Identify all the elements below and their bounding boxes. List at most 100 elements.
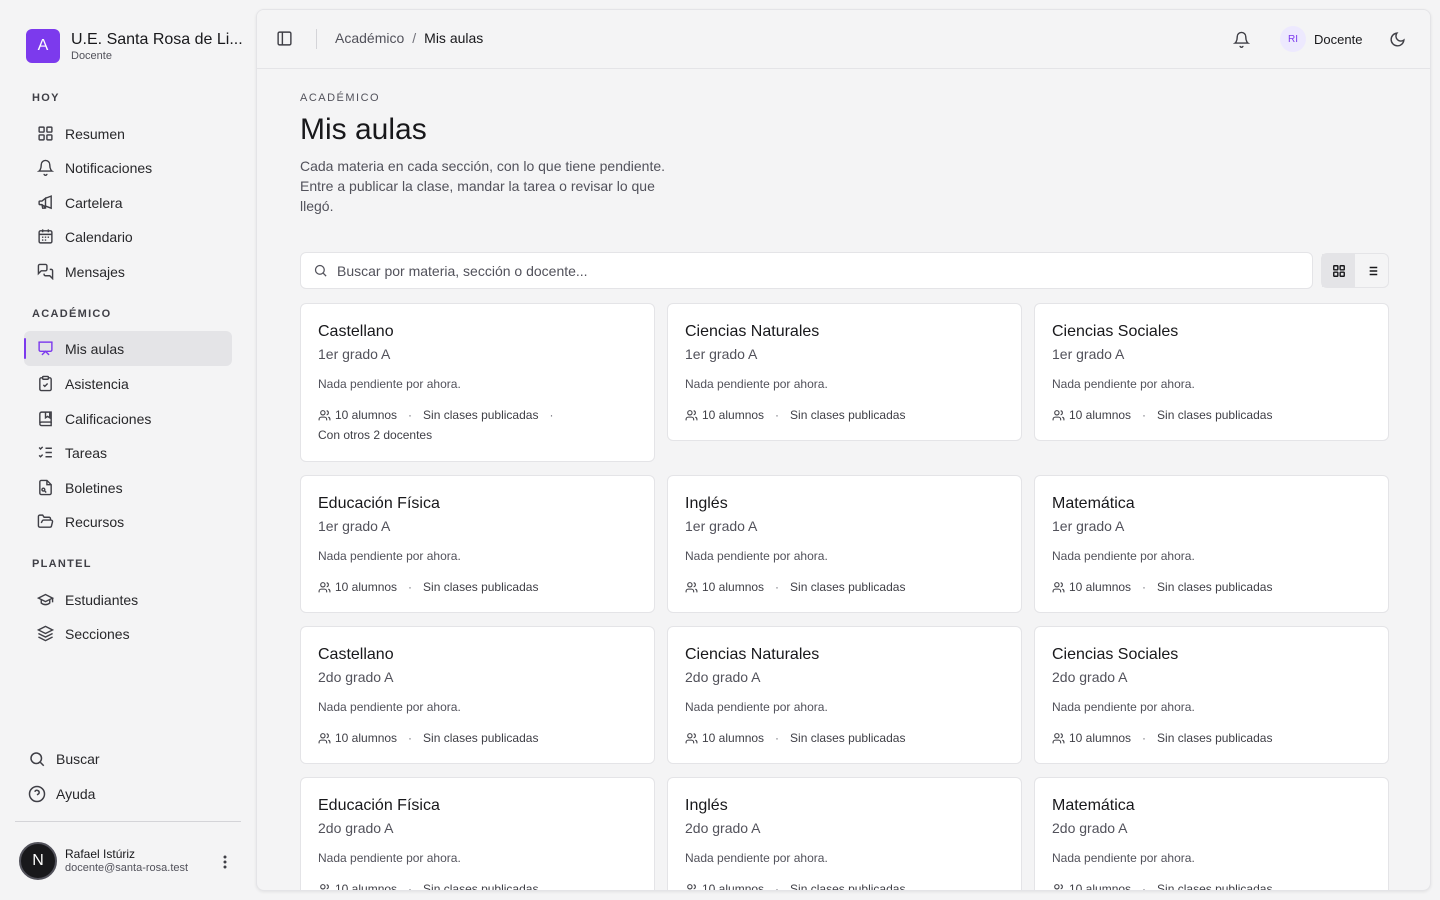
card-subject: Inglés <box>685 495 728 512</box>
card-meta: 10 alumnos · Sin clases publicadas <box>1052 405 1371 425</box>
classroom-card[interactable]: Castellano 1er grado A Nada pendiente por … <box>300 303 655 462</box>
breadcrumb-academico[interactable]: Académico <box>335 30 404 46</box>
classroom-card[interactable]: Ciencias Sociales 1er grado A Nada pendien… <box>1034 303 1389 441</box>
grid-icon <box>38 126 53 141</box>
moon-icon[interactable] <box>1389 31 1406 48</box>
list-icon <box>1366 266 1377 275</box>
sidebar-item-boletines[interactable]: Boletines <box>24 470 232 505</box>
sidebar-item-estudiantes[interactable]: Estudiantes <box>24 582 232 617</box>
card-classes: Sin clases publicadas <box>790 731 906 745</box>
card-subject: Matemática <box>1052 495 1135 512</box>
card-students: 10 alumnos <box>702 882 765 891</box>
meta-separator: · <box>775 882 780 891</box>
card-grade: 1er grado A <box>1052 518 1125 534</box>
help-icon <box>28 785 46 803</box>
card-classes: Sin clases publicadas <box>423 882 539 891</box>
card-subject: Ciencias Naturales <box>685 323 820 340</box>
users-icon <box>318 581 331 592</box>
card-grade: 1er grado A <box>318 346 391 362</box>
card-subject: Educación Física <box>318 495 440 512</box>
card-subject: Inglés <box>685 797 728 814</box>
messages-icon <box>37 263 54 280</box>
card-students: 10 alumnos <box>1069 408 1132 422</box>
sidebar-item-resumen[interactable]: Resumen <box>24 116 232 151</box>
card-classes: Sin clases publicadas <box>1157 731 1273 745</box>
user-name: Rafael Istúriz <box>65 847 136 861</box>
classroom-card[interactable]: Castellano 2do grado A Nada pendiente por … <box>300 626 655 764</box>
school-name: U.E. Santa Rosa de Li... <box>71 30 243 48</box>
sidebar-item-label: Mis aulas <box>65 340 125 357</box>
users-icon <box>1054 883 1063 889</box>
users-icon <box>318 732 331 743</box>
bell-icon <box>37 159 54 176</box>
card-students: 10 alumnos <box>335 731 398 745</box>
card-meta: 10 alumnos · Sin clases publicadas · Con otr… <box>318 405 637 445</box>
sidebar-item-label: Estudiantes <box>65 591 139 608</box>
classroom-card[interactable]: Educación Física 1er grado A Nada pendient… <box>300 475 655 613</box>
card-subject: Educación Física <box>318 797 440 814</box>
presentation-icon <box>38 341 53 356</box>
brand[interactable]: A U.E. Santa Rosa de Li... Docente <box>26 29 243 63</box>
sidebar-item-label: Mensajes <box>65 263 125 280</box>
card-students: 10 alumnos <box>335 408 398 422</box>
list-view-button[interactable] <box>1355 254 1388 287</box>
sidebar-item-label: Resumen <box>65 125 125 142</box>
card-grade: 1er grado A <box>685 518 758 534</box>
card-subject: Ciencias Naturales <box>685 646 820 663</box>
classroom-card[interactable]: Educación Física 2do grado A Nada pendient… <box>300 777 655 891</box>
classroom-card[interactable]: Ciencias Naturales 2do grado A Nada pendie… <box>667 626 1022 764</box>
sidebar-item-asistencia[interactable]: Asistencia <box>24 366 232 401</box>
breadcrumb: Académico / Mis aulas <box>335 30 483 46</box>
sidebar-item-secciones[interactable]: Secciones <box>24 616 232 651</box>
graduation-cap-icon <box>37 593 54 606</box>
classroom-card[interactable]: Inglés 1er grado A Nada pendiente por ahor… <box>667 475 1022 613</box>
sidebar-item-calificaciones[interactable]: Calificaciones <box>24 401 232 436</box>
sidebar-item-label: Boletines <box>65 479 123 496</box>
search-label: Buscar <box>56 751 100 767</box>
classroom-card[interactable]: Matemática 1er grado A Nada pendiente por … <box>1034 475 1389 613</box>
sidebar-item-notificaciones[interactable]: Notificaciones <box>24 150 232 185</box>
file-report-icon <box>39 479 52 496</box>
user-profile[interactable]: N Rafael Istúriz docente@santa-rosa.test <box>19 842 239 880</box>
topbar-divider <box>316 29 317 49</box>
sidebar-item-mensajes[interactable]: Mensajes <box>24 254 232 289</box>
meta-separator: · <box>549 408 554 422</box>
sidebar-item-label: Cartelera <box>65 194 123 211</box>
sidebar-item-recursos[interactable]: Recursos <box>24 504 232 539</box>
search-icon <box>30 752 45 767</box>
card-status: Nada pendiente por ahora. <box>318 700 461 714</box>
sidebar-item-mis-aulas[interactable]: Mis aulas <box>24 331 232 366</box>
sidebar-item-cartelera[interactable]: Cartelera <box>24 185 232 220</box>
card-grade: 1er grado A <box>685 346 758 362</box>
sidebar-help-button[interactable]: Ayuda <box>28 785 95 803</box>
card-meta: 10 alumnos · Sin clases publicadas <box>1052 879 1371 891</box>
sidebar-toggle-icon[interactable] <box>276 30 293 47</box>
bell-icon[interactable] <box>1233 31 1250 48</box>
card-students: 10 alumnos <box>702 408 765 422</box>
meta-separator: · <box>775 408 780 422</box>
school-logo: A <box>26 29 60 63</box>
classroom-card[interactable]: Matemática 2do grado A Nada pendiente por … <box>1034 777 1389 891</box>
users-icon <box>320 883 329 889</box>
sidebar-search-button[interactable]: Buscar <box>28 750 100 768</box>
sidebar-item-tareas[interactable]: Tareas <box>24 435 232 470</box>
folder-open-icon <box>37 514 54 528</box>
card-grade: 1er grado A <box>318 518 391 534</box>
card-grade: 2do grado A <box>685 820 761 836</box>
card-classes: Sin clases publicadas <box>1157 882 1273 891</box>
card-classes: Sin clases publicadas <box>1157 408 1273 422</box>
card-students: 10 alumnos <box>702 731 765 745</box>
more-vertical-icon[interactable] <box>221 854 229 870</box>
classroom-card[interactable]: Ciencias Naturales 1er grado A Nada pendie… <box>667 303 1022 441</box>
classroom-card[interactable]: Inglés 2do grado A Nada pendiente por ahor… <box>667 777 1022 891</box>
card-subject: Castellano <box>318 323 394 340</box>
classroom-card[interactable]: Ciencias Sociales 2do grado A Nada pendien… <box>1034 626 1389 764</box>
search-input[interactable] <box>337 262 1237 279</box>
book-icon <box>39 411 52 427</box>
grid-view-button[interactable] <box>1322 254 1355 287</box>
calendar-icon <box>38 229 53 244</box>
card-status: Nada pendiente por ahora. <box>1052 700 1195 714</box>
card-status: Nada pendiente por ahora. <box>685 377 828 391</box>
role-switcher[interactable]: RI Docente <box>1280 26 1362 52</box>
sidebar-item-calendario[interactable]: Calendario <box>24 219 232 254</box>
